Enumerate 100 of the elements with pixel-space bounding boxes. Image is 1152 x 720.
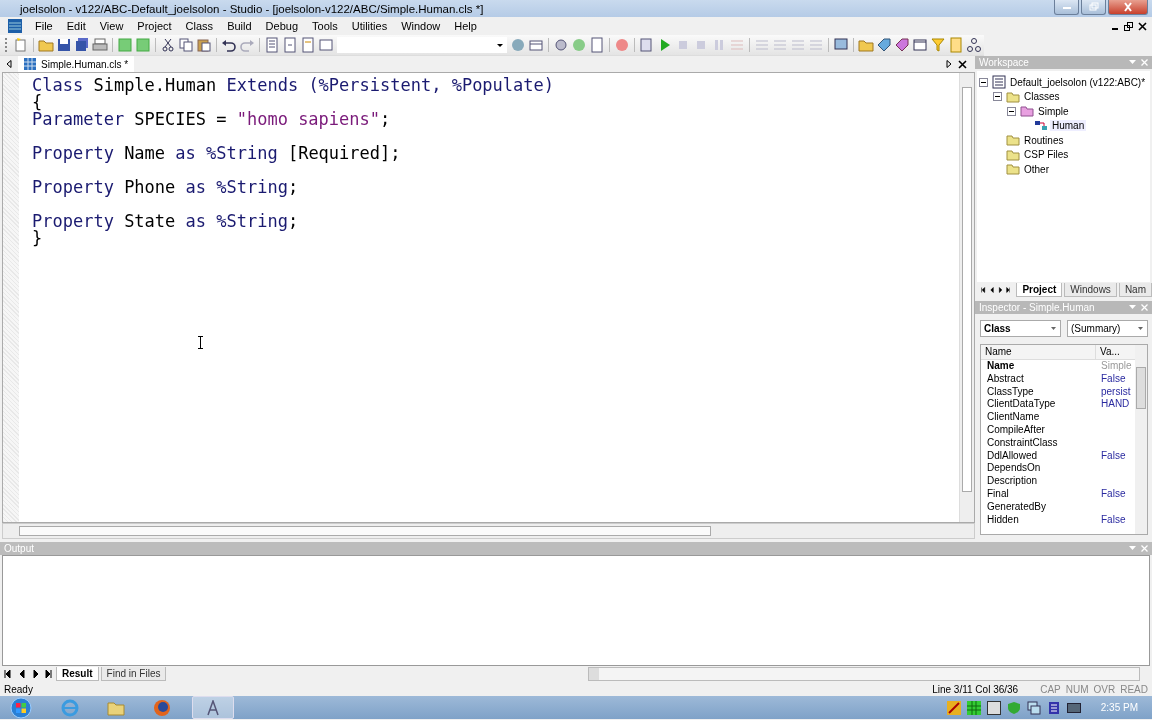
horizontal-scrollbar[interactable] [588, 667, 1140, 681]
tree-item[interactable]: Routines [1022, 134, 1066, 146]
tray-icon[interactable] [1066, 700, 1081, 715]
collapse-icon[interactable] [993, 92, 1002, 102]
restore-button[interactable] [1081, 0, 1106, 15]
window-title: joelsolon - v122/ABC-Default_joelsolon - Studio - [joelsolon-v122/ABC/Simple.Human.cls *] [20, 2, 484, 15]
tile-button[interactable] [134, 36, 152, 54]
panel-tab[interactable]: Result [56, 667, 99, 681]
editor-tab[interactable]: Simple.Human.cls * [18, 56, 135, 72]
menu-item[interactable]: Debug [258, 18, 305, 34]
tag-button[interactable] [875, 36, 893, 54]
dropdown-icon[interactable] [1129, 305, 1136, 310]
folder-icon [107, 699, 125, 716]
start-button[interactable] [8, 696, 34, 719]
tree-item[interactable]: Default_joelsolon (v122:ABC)* [1008, 76, 1148, 88]
menu-item[interactable]: Utilities [344, 18, 395, 34]
document-button[interactable] [263, 36, 281, 54]
save-all-button[interactable] [73, 36, 91, 54]
caret-icon [496, 41, 504, 49]
undo-icon [221, 37, 237, 53]
print-button[interactable] [91, 36, 109, 54]
property-value: False [1100, 513, 1127, 527]
tree-item[interactable]: Classes [1022, 91, 1062, 103]
menu-item[interactable]: File [28, 18, 60, 34]
panel-tab[interactable]: Project [1016, 283, 1063, 297]
copy-icon [178, 37, 194, 53]
document-icon [264, 37, 280, 53]
category-dropdown[interactable]: Class [980, 320, 1061, 337]
circle-button[interactable] [570, 36, 588, 54]
status-indicator: OVR [1093, 683, 1116, 695]
collapse-icon[interactable] [1007, 106, 1016, 116]
folder-icon [1006, 133, 1020, 148]
dropdown-icon[interactable] [1129, 546, 1136, 551]
vertical-scrollbar[interactable] [959, 73, 974, 522]
panel-tab[interactable]: Find in Files [100, 667, 167, 681]
paste-icon [196, 37, 212, 53]
menu-item[interactable]: Edit [59, 18, 93, 34]
property-name: Name [986, 360, 1016, 373]
tree-item[interactable]: Human [1050, 120, 1087, 132]
panel-tab[interactable]: Nam [1118, 283, 1152, 297]
menu-item[interactable]: Window [394, 18, 448, 34]
panel-tab[interactable]: Windows [1064, 283, 1117, 297]
view-dropdown[interactable]: (Summary) [1067, 320, 1148, 337]
collapse-icon[interactable] [979, 77, 988, 87]
nodes-button[interactable] [965, 36, 983, 54]
circle-icon [571, 37, 587, 53]
property-value: HAND [1100, 398, 1131, 412]
close-icon[interactable] [1138, 21, 1147, 31]
menu-item[interactable]: Help [447, 18, 484, 34]
close-icon[interactable] [958, 59, 967, 69]
menu-item[interactable]: Project [130, 18, 179, 34]
dropdown-icon[interactable] [1129, 60, 1136, 65]
close-button[interactable] [1108, 0, 1148, 15]
caret-icon [1136, 324, 1145, 333]
scroll-right-icon[interactable] [946, 60, 952, 68]
menu-item[interactable]: Tools [305, 18, 345, 34]
tile-button[interactable] [116, 36, 134, 54]
document-button[interactable] [588, 36, 606, 54]
tab-navigation-icon[interactable] [4, 670, 52, 678]
panel-title: Output [4, 543, 35, 554]
tray-icon[interactable] [986, 700, 1001, 715]
window-button[interactable] [317, 36, 335, 54]
tag-button[interactable] [893, 36, 911, 54]
restore-icon [1086, 2, 1101, 12]
network-icon[interactable] [1026, 700, 1041, 715]
studio-taskbar-button[interactable] [192, 696, 234, 719]
copy-button[interactable] [177, 36, 195, 54]
menu-item[interactable]: View [92, 18, 131, 34]
tree-item[interactable]: Simple [1036, 105, 1071, 117]
cursor-position: Line 3/11 Col 36/36 [932, 683, 1019, 695]
panel-title: Inspector - Simple.Human [979, 302, 1095, 313]
menu-item[interactable]: Class [178, 18, 221, 34]
vertical-scrollbar[interactable] [1135, 345, 1147, 534]
restore-icon[interactable] [1124, 21, 1133, 31]
shield-icon[interactable] [1006, 700, 1021, 715]
cut-button[interactable] [159, 36, 177, 54]
window-button[interactable] [911, 36, 929, 54]
menu-item[interactable]: Build [220, 18, 259, 34]
save-icon [56, 37, 72, 53]
scroll-left-icon[interactable] [6, 60, 12, 68]
document-button[interactable] [299, 36, 317, 54]
horizontal-scrollbar[interactable] [2, 523, 975, 539]
property-name: Abstract [986, 372, 1025, 386]
tree-item[interactable]: Other [1022, 163, 1051, 175]
code-line: } [32, 230, 43, 247]
stop-button[interactable] [613, 36, 631, 54]
folder-icon [1020, 104, 1034, 119]
funnel-button[interactable] [929, 36, 947, 54]
column-header[interactable]: Name [981, 345, 1095, 359]
paste-button[interactable] [195, 36, 213, 54]
document-button[interactable] [281, 36, 299, 54]
status-message: Ready [4, 683, 33, 695]
minimize-button[interactable] [1054, 0, 1079, 15]
save-button[interactable] [55, 36, 73, 54]
tray-icon[interactable] [1046, 700, 1061, 715]
app-icon[interactable] [8, 19, 22, 33]
tile-icon [135, 37, 151, 53]
tab-navigation-icon[interactable] [981, 286, 1011, 294]
tree-item[interactable]: CSP Files [1022, 149, 1071, 161]
document-icon [300, 37, 316, 53]
